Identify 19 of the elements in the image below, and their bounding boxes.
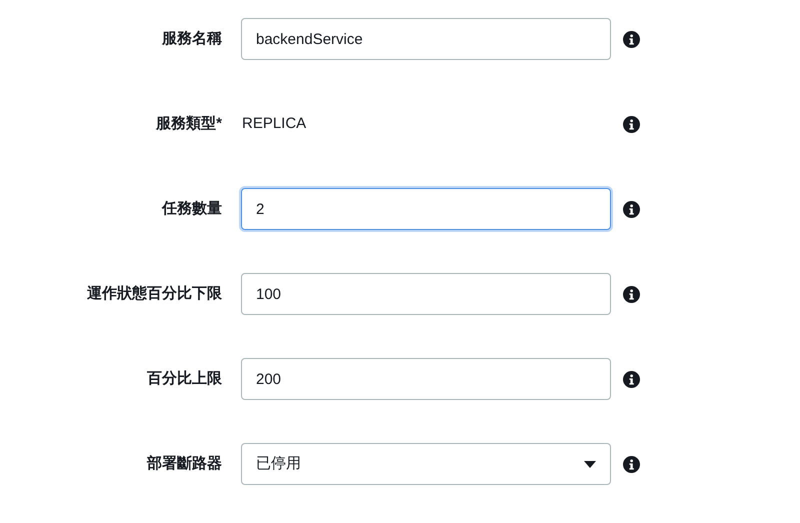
field-value: REPLICA (242, 114, 308, 134)
info-icon[interactable] (623, 456, 640, 472)
info-icon[interactable] (623, 116, 640, 132)
caret-icon (584, 460, 596, 468)
input-field[interactable]: 2 (241, 188, 611, 230)
info-icon[interactable] (623, 286, 640, 302)
field-label: 服務名稱 (160, 28, 222, 49)
field-label: 百分比上限 (146, 368, 222, 389)
field-label: 任務數量 (160, 198, 222, 219)
select-field[interactable]: 已停用 (241, 443, 611, 485)
input-field[interactable]: 100 (241, 273, 611, 315)
input-field[interactable]: 200 (241, 358, 611, 400)
input-field[interactable]: backendService (241, 18, 611, 60)
field-label: 運作狀態百分比下限 (86, 284, 222, 304)
field-label: 服務類型* (154, 114, 222, 134)
info-icon[interactable] (623, 370, 640, 388)
field-label: 部署斷路器 (146, 454, 222, 474)
info-icon[interactable] (623, 30, 640, 48)
info-icon[interactable] (623, 200, 640, 218)
